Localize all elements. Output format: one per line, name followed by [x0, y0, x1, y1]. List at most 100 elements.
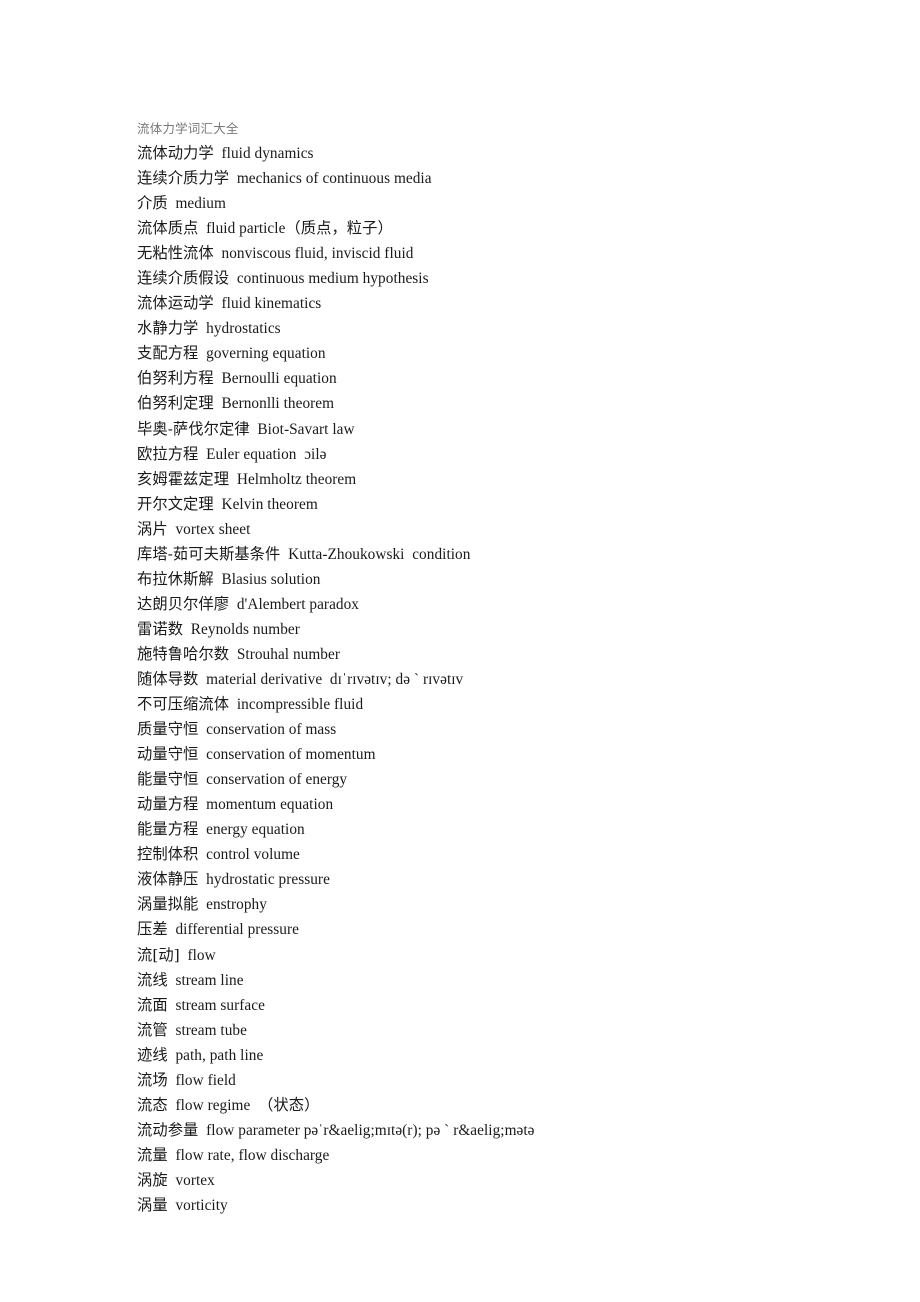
- glossary-term-english: Euler equation ɔilə: [206, 445, 327, 463]
- glossary-term-chinese: 支配方程: [137, 344, 199, 363]
- glossary-term-english: continuous medium hypothesis: [236, 270, 429, 288]
- glossary-term-chinese: 液体静压: [137, 870, 199, 889]
- glossary-term-english: governing equation: [206, 345, 326, 363]
- glossary-term-english: flow: [187, 946, 216, 964]
- glossary-term-chinese: 流态: [137, 1095, 168, 1114]
- glossary-term-chinese: 流动参量: [137, 1120, 199, 1139]
- glossary-entry: 达朗贝尔佯廖 d'Alembert paradox: [137, 592, 577, 617]
- glossary-term-english: fluid particle（质点，粒子）: [206, 220, 393, 238]
- document-page: 流体力学词汇大全 流体动力学 fluid dynamics 连续介质力学 mech…: [0, 0, 920, 1302]
- glossary-entry: 欧拉方程 Euler equation ɔilə: [137, 442, 577, 467]
- glossary-term-english: energy equation: [206, 821, 305, 839]
- glossary-entry: 涡旋 vortex: [137, 1168, 577, 1193]
- glossary-entry: 流量 flow rate, flow discharge: [137, 1143, 577, 1168]
- glossary-term-english: vorticity: [175, 1196, 228, 1214]
- glossary-entry: 毕奥-萨伐尔定律 Biot-Savart law: [137, 417, 577, 442]
- glossary-term-english: flow field: [175, 1071, 236, 1089]
- glossary-term-chinese: 涡量拟能: [137, 895, 199, 914]
- glossary-entry: 流体质点 fluid particle（质点，粒子）: [137, 216, 577, 241]
- glossary-term-english: momentum equation: [206, 796, 334, 814]
- glossary-term-chinese: 迹线: [137, 1045, 168, 1064]
- glossary-term-chinese: 动量守恒: [137, 745, 199, 764]
- glossary-term-english: mechanics of continuous media: [236, 170, 432, 188]
- glossary-term-chinese: 开尔文定理: [137, 494, 214, 513]
- glossary-entry: 能量守恒 conservation of energy: [137, 767, 577, 792]
- glossary-entry: 流线 stream line: [137, 968, 577, 993]
- glossary-term-chinese: 涡旋: [137, 1170, 168, 1189]
- glossary-term-english: fluid kinematics: [221, 295, 322, 313]
- glossary-term-chinese: 流体运动学: [137, 294, 214, 313]
- glossary-entry: 压差 differential pressure: [137, 917, 577, 942]
- glossary-entry: 流面 stream surface: [137, 993, 577, 1018]
- glossary-term-chinese: 不可压缩流体: [137, 695, 230, 714]
- glossary-term-chinese: 能量方程: [137, 820, 199, 839]
- glossary-term-chinese: 流场: [137, 1070, 168, 1089]
- glossary-term-chinese: 布拉休斯解: [137, 569, 214, 588]
- glossary-term-chinese: 流面: [137, 995, 168, 1014]
- glossary-term-chinese: 涡量: [137, 1195, 168, 1214]
- glossary-term-chinese: 连续介质力学: [137, 169, 230, 188]
- glossary-entry: 施特鲁哈尔数 Strouhal number: [137, 642, 577, 667]
- glossary-entry: 开尔文定理 Kelvin theorem: [137, 492, 577, 517]
- glossary-term-english: Kelvin theorem: [221, 495, 318, 513]
- glossary-term-english: d'Alembert paradox: [236, 595, 360, 613]
- glossary-term-chinese: 动量方程: [137, 795, 199, 814]
- glossary-entry: 介质 medium: [137, 191, 577, 216]
- glossary-term-english: hydrostatics: [206, 320, 281, 338]
- glossary-entry: 布拉休斯解 Blasius solution: [137, 567, 577, 592]
- glossary-term-chinese: 连续介质假设: [137, 269, 230, 288]
- glossary-term-chinese: 随体导数: [137, 669, 199, 688]
- glossary-entry: 流体动力学 fluid dynamics: [137, 141, 577, 166]
- glossary-term-chinese: 施特鲁哈尔数: [137, 644, 230, 663]
- glossary-entry: 流场 flow field: [137, 1068, 577, 1093]
- glossary-term-english: nonviscous fluid, inviscid fluid: [221, 245, 414, 263]
- glossary-term-chinese: 流[动]: [137, 945, 180, 964]
- glossary-entry: 不可压缩流体 incompressible fluid: [137, 692, 577, 717]
- glossary-term-english: vortex: [175, 1171, 215, 1189]
- glossary-term-english: fluid dynamics: [221, 145, 314, 162]
- glossary-term-chinese: 库塔-茹可夫斯基条件: [137, 544, 281, 563]
- glossary-term-english: conservation of momentum: [206, 746, 376, 764]
- glossary-term-english: flow parameter pəˈr&aelig;mɪtə(r); pə ˋ …: [206, 1121, 535, 1139]
- glossary-term-english: hydrostatic pressure: [206, 871, 330, 889]
- glossary-entry: 涡量拟能 enstrophy: [137, 892, 577, 917]
- glossary-entry: 迹线 path, path line: [137, 1043, 577, 1068]
- glossary-term-chinese: 流线: [137, 970, 168, 989]
- glossary-entry: 流体运动学 fluid kinematics: [137, 291, 577, 316]
- glossary-term-english: Bernonlli theorem: [221, 395, 335, 413]
- glossary-term-english: Biot-Savart law: [257, 420, 355, 438]
- glossary-entry: 质量守恒 conservation of mass: [137, 717, 577, 742]
- glossary-term-chinese: 质量守恒: [137, 720, 199, 739]
- glossary-entry: 控制体积 control volume: [137, 842, 577, 867]
- glossary-term-english: Helmholtz theorem: [236, 470, 357, 488]
- glossary-term-english: stream line: [175, 971, 244, 989]
- glossary-term-chinese: 雷诺数: [137, 619, 184, 638]
- glossary-term-chinese: 达朗贝尔佯廖: [137, 594, 230, 613]
- glossary-entry: 雷诺数 Reynolds number: [137, 617, 577, 642]
- glossary-list: 流体动力学 fluid dynamics 连续介质力学 mechanics of …: [137, 141, 920, 1218]
- glossary-entry: 无粘性流体 nonviscous fluid, inviscid fluid: [137, 241, 577, 266]
- glossary-term-english: stream tube: [175, 1021, 247, 1039]
- glossary-entry: 连续介质假设 continuous medium hypothesis: [137, 266, 577, 291]
- glossary-term-english: conservation of mass: [206, 721, 337, 739]
- glossary-entry: 流管 stream tube: [137, 1018, 577, 1043]
- glossary-entry: 流[动] flow: [137, 943, 577, 968]
- glossary-entry: 伯努利定理 Bernonlli theorem: [137, 391, 577, 416]
- glossary-term-chinese: 能量守恒: [137, 770, 199, 789]
- glossary-term-chinese: 水静力学: [137, 319, 199, 338]
- glossary-entry: 随体导数 material derivative dɪˈrɪvətɪv; də …: [137, 667, 577, 692]
- glossary-term-english: control volume: [206, 846, 300, 864]
- glossary-term-chinese: 欧拉方程: [137, 444, 199, 463]
- glossary-term-chinese: 毕奥-萨伐尔定律: [137, 419, 250, 438]
- glossary-term-english: enstrophy: [206, 896, 267, 914]
- glossary-entry: 连续介质力学 mechanics of continuous media: [137, 166, 577, 191]
- glossary-entry: 涡片 vortex sheet: [137, 517, 577, 542]
- page-title: 流体力学词汇大全: [137, 122, 239, 136]
- glossary-entry: 伯努利方程 Bernoulli equation: [137, 366, 577, 391]
- glossary-term-chinese: 流体动力学: [137, 144, 214, 162]
- glossary-entry: 水静力学 hydrostatics: [137, 316, 577, 341]
- glossary-entry: 亥姆霍兹定理 Helmholtz theorem: [137, 467, 577, 492]
- glossary-term-chinese: 无粘性流体: [137, 244, 214, 263]
- glossary-term-english: Strouhal number: [236, 645, 340, 663]
- glossary-term-chinese: 伯努利定理: [137, 394, 214, 413]
